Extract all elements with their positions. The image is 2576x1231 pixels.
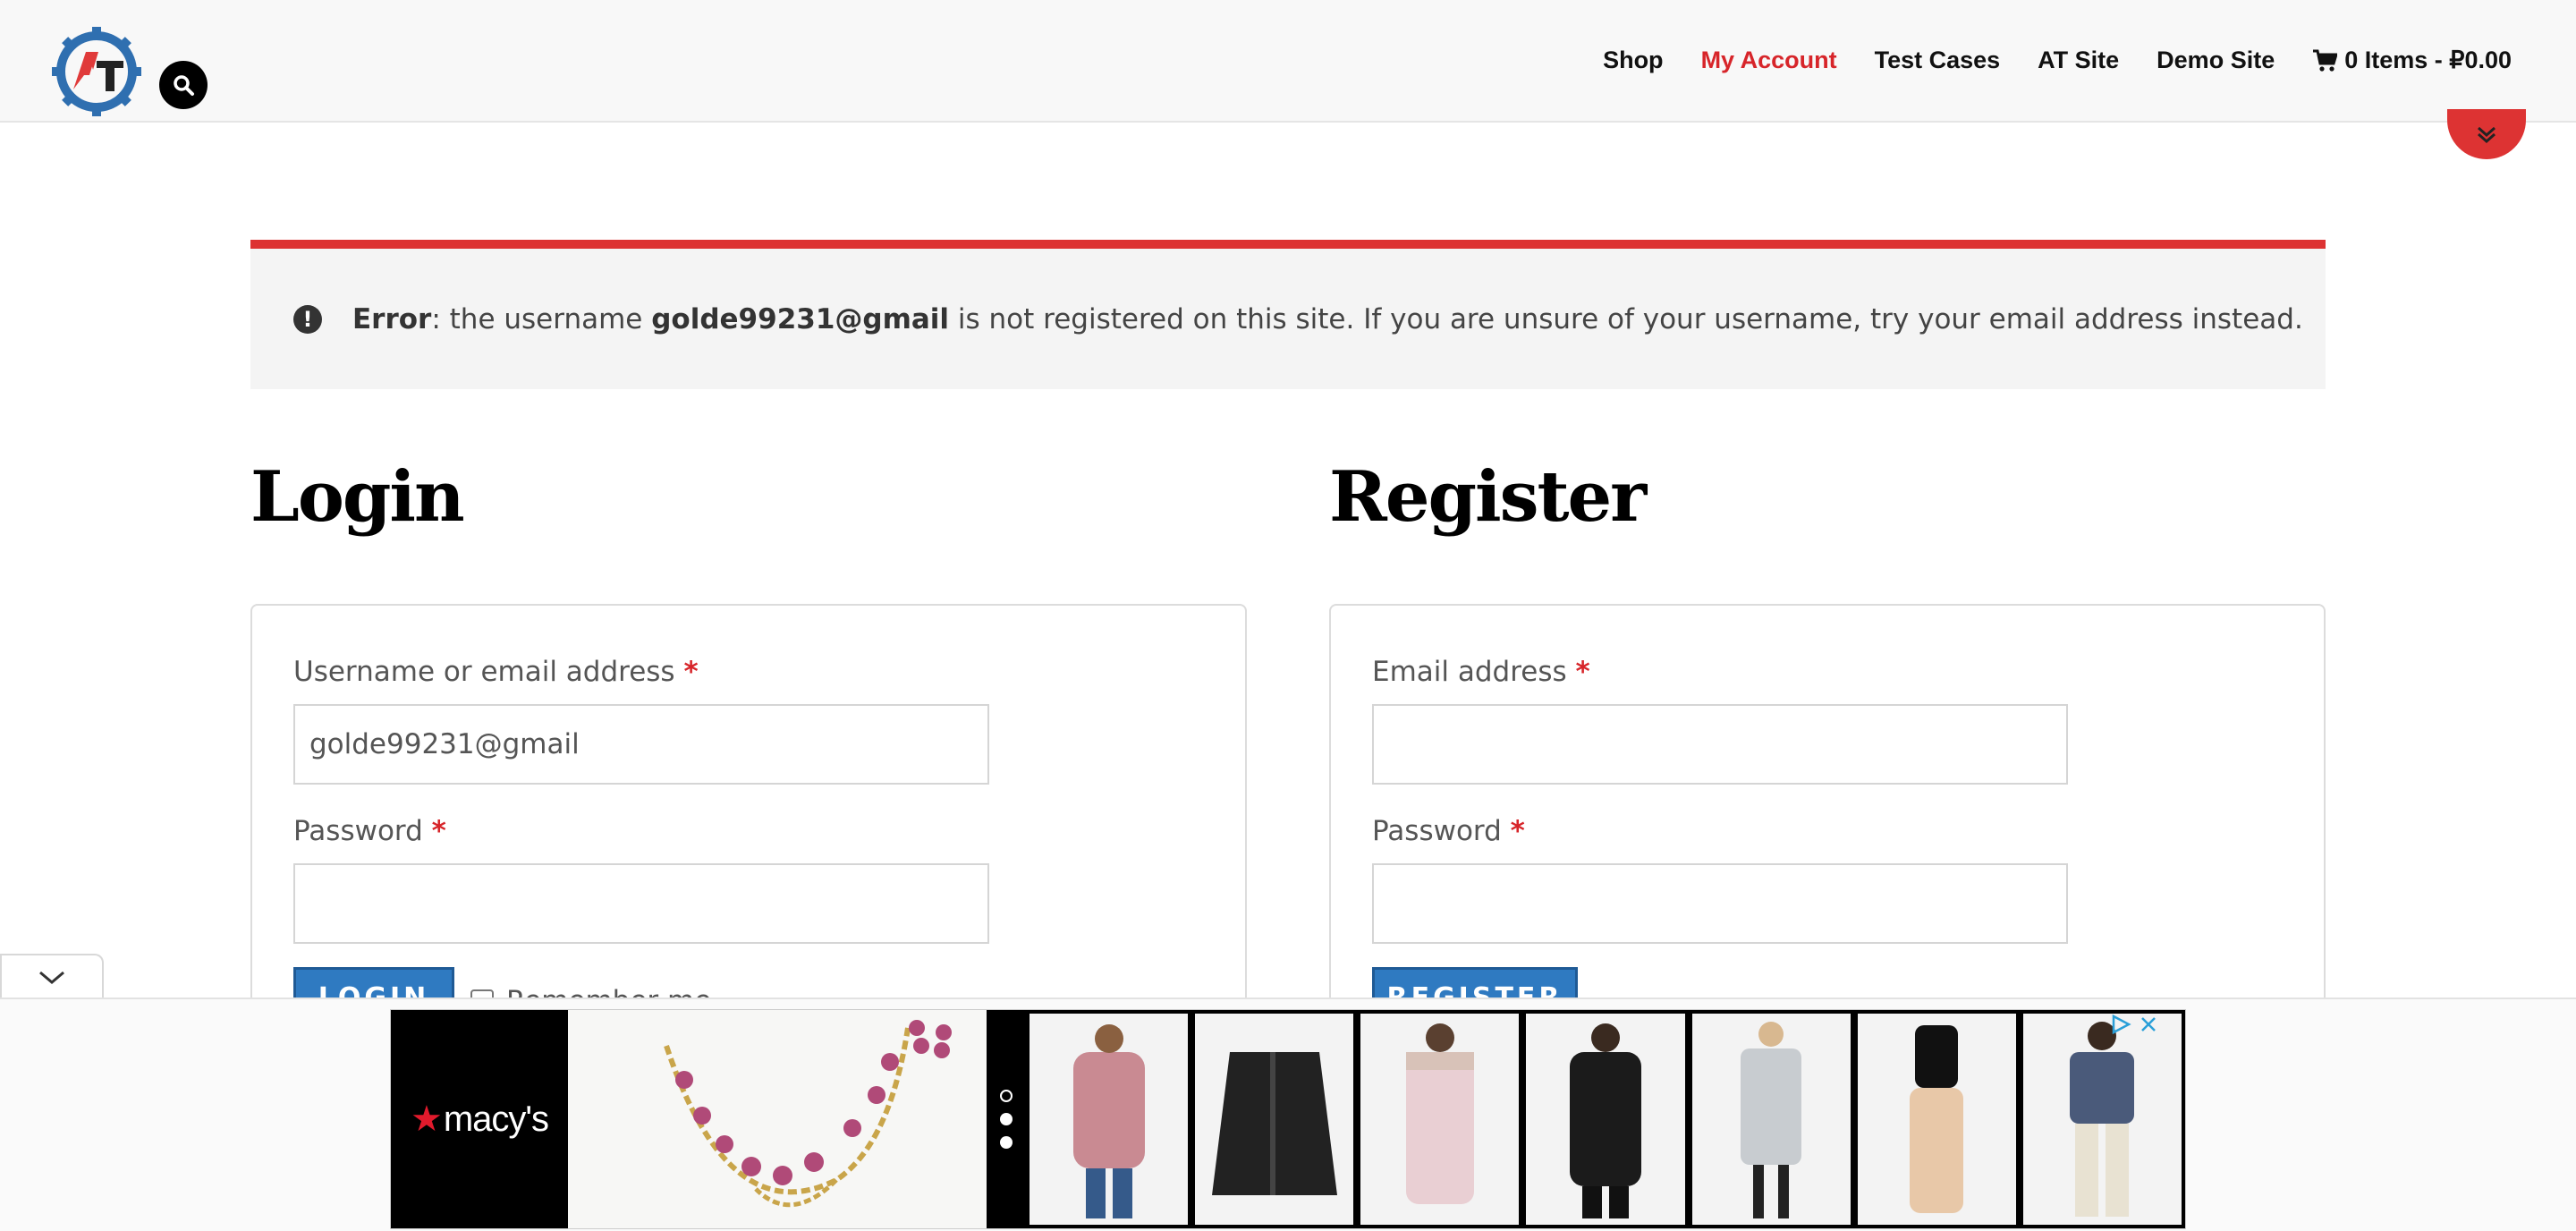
carousel-dot[interactable] [1000, 1090, 1013, 1102]
ad-product-pink-jacket[interactable] [1030, 1014, 1189, 1225]
adchoices-icon[interactable] [2110, 1014, 2131, 1035]
necklace-image [664, 1020, 952, 1208]
username-label: Username or email address * [293, 656, 699, 688]
nav-demo-site[interactable]: Demo Site [2157, 47, 2275, 74]
ad-product-grey-coat[interactable] [1691, 1014, 1851, 1225]
ad-product-foundation-bottle[interactable] [1857, 1014, 2016, 1225]
cart-summary: 0 Items - ₽0.00 [2344, 47, 2512, 73]
ad-product-pink-coat[interactable] [1360, 1014, 1520, 1225]
carousel-dot[interactable] [1000, 1113, 1013, 1125]
ad-product-plaid-shirt[interactable] [2022, 1014, 2182, 1225]
search-icon [174, 75, 194, 96]
password-label: Password * [293, 815, 446, 847]
nav-my-account[interactable]: My Account [1701, 47, 1837, 74]
email-field[interactable] [1372, 704, 2068, 785]
nav-at-site[interactable]: AT Site [2038, 47, 2119, 74]
close-icon[interactable] [2139, 1015, 2158, 1034]
register-heading: Register [1329, 456, 1647, 538]
scroll-down-button[interactable] [2447, 109, 2526, 159]
ad-product-black-puffer[interactable] [1526, 1014, 1685, 1225]
exclamation-icon: ! [293, 304, 322, 334]
login-heading: Login [250, 456, 465, 538]
ad-product-black-jacket[interactable] [1195, 1014, 1354, 1225]
email-label: Email address * [1372, 656, 1590, 688]
username-input[interactable]: golde99231@gmail [293, 704, 989, 785]
nav-test-cases[interactable]: Test Cases [1875, 47, 2001, 74]
ad-banner[interactable]: ★ macy's [390, 1009, 2186, 1229]
nav-shop[interactable]: Shop [1603, 47, 1664, 74]
carousel-indicators [987, 1010, 1026, 1228]
cart-link[interactable]: 0 Items - ₽0.00 [2312, 47, 2512, 74]
ad-product-strip [1026, 1010, 2185, 1228]
error-message: Error: the username golde99231@gmail is … [352, 303, 2303, 335]
error-text-after: is not registered on this site. If you a… [949, 302, 2303, 335]
register-password-input[interactable] [1372, 863, 2068, 944]
cart-icon [2313, 49, 2338, 72]
ad-hero-image[interactable] [568, 1010, 987, 1228]
search-button[interactable] [159, 61, 208, 109]
main-nav: Shop My Account Test Cases AT Site Demo … [1603, 47, 2512, 74]
ad-choices [2110, 1014, 2158, 1035]
username-value: golde99231@gmail [309, 728, 580, 760]
error-text-before: : the username [431, 302, 652, 335]
site-header: Shop My Account Test Cases AT Site Demo … [0, 0, 2576, 123]
error-username: golde99231@gmail [651, 302, 950, 335]
ad-collapse-toggle[interactable] [0, 954, 104, 1000]
double-chevron-down-icon [2478, 126, 2496, 144]
register-password-label: Password * [1372, 815, 1525, 847]
site-logo[interactable] [50, 25, 143, 118]
error-notice: ! Error: the username golde99231@gmail i… [250, 240, 2326, 389]
carousel-dot[interactable] [1000, 1136, 1013, 1149]
error-prefix: Error [352, 302, 432, 335]
ad-brand-logo[interactable]: ★ macy's [391, 1010, 568, 1228]
chevron-down-icon [39, 971, 64, 984]
password-input[interactable] [293, 863, 989, 944]
